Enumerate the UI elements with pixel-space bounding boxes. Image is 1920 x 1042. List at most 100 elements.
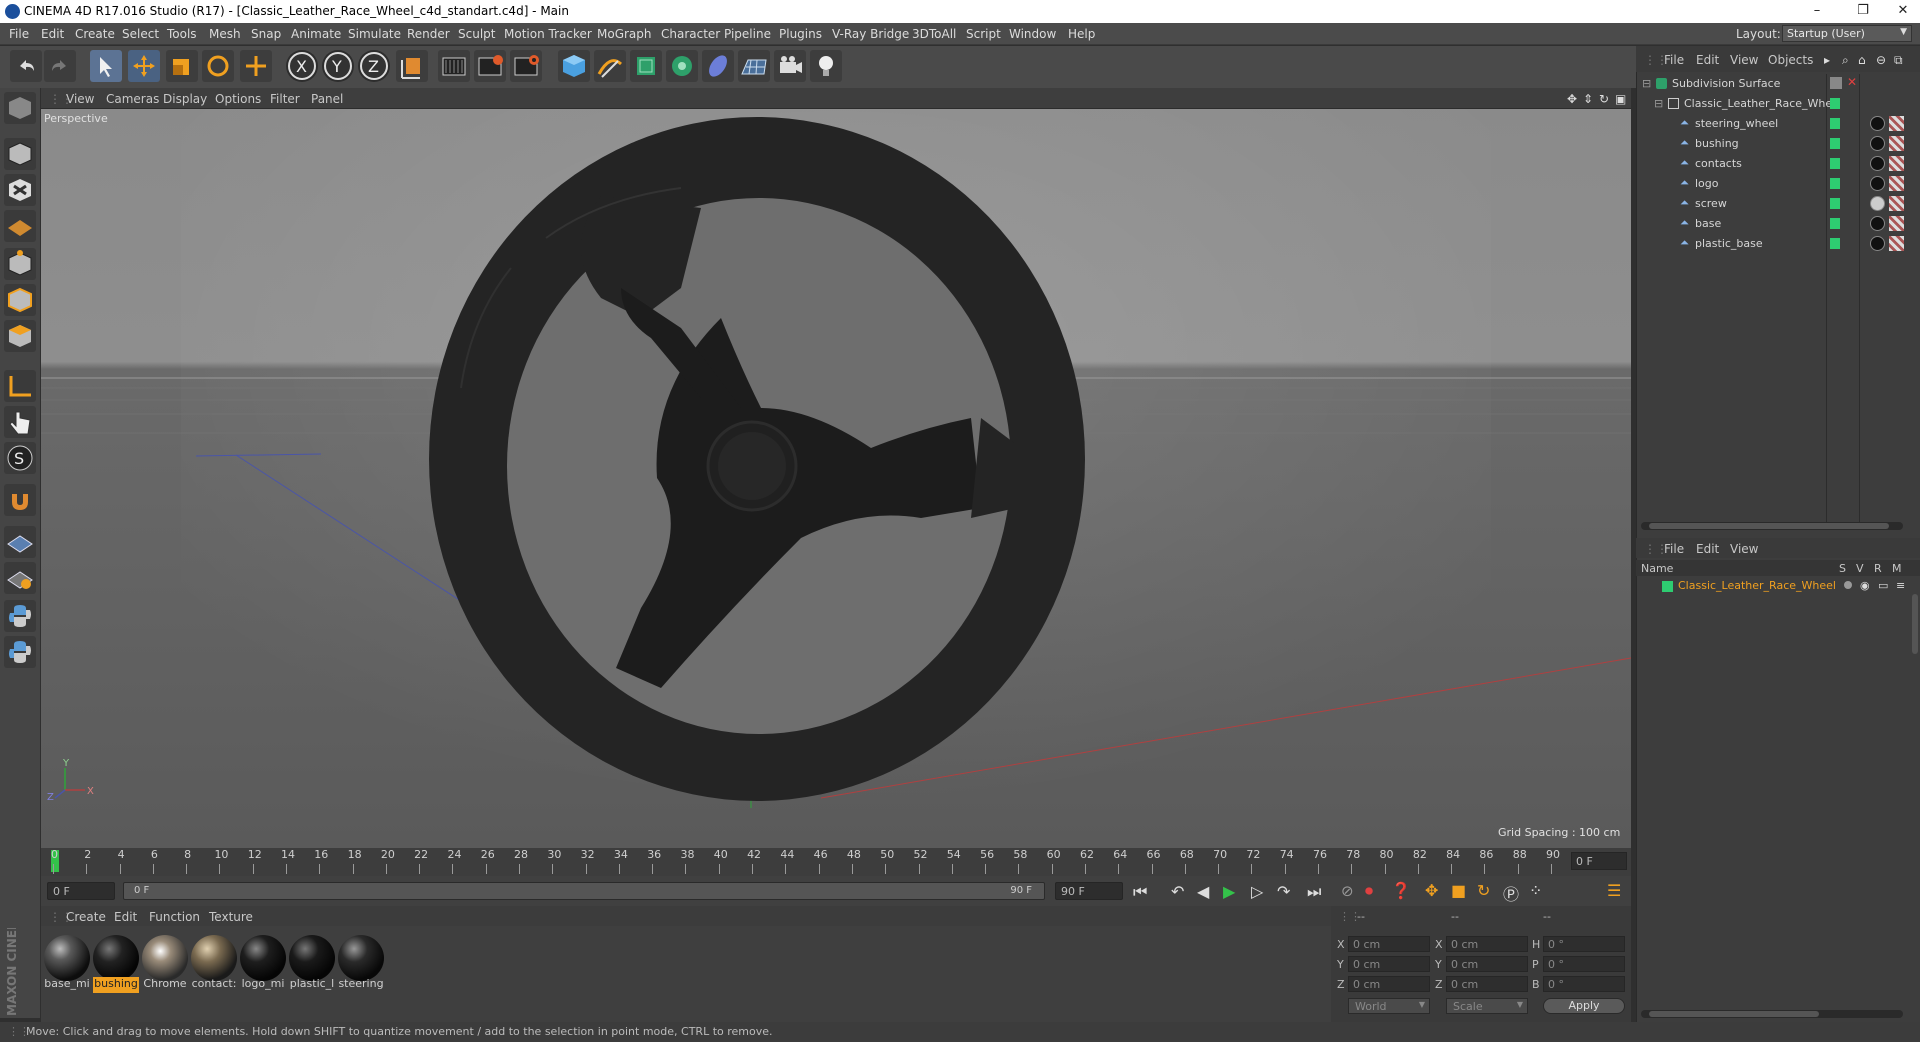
object-row-contacts[interactable]: ⏶ contacts xyxy=(1640,154,1917,174)
polygons-mode-icon[interactable] xyxy=(4,320,36,352)
menu-file[interactable]: File xyxy=(9,27,29,41)
menu-animate[interactable]: Animate xyxy=(291,27,341,41)
object-row-classic-leather-race-wheel[interactable]: ⊟ Classic_Leather_Race_Whee xyxy=(1640,94,1917,114)
size-y-field[interactable]: 0 cm xyxy=(1446,956,1528,972)
move-view-icon[interactable]: ✥ xyxy=(1567,92,1577,106)
workplane-grid-icon[interactable] xyxy=(4,526,36,558)
material-menu-texture[interactable]: Texture xyxy=(209,910,253,924)
viewport-menu-options[interactable]: Options xyxy=(215,92,261,106)
object-name[interactable]: screw xyxy=(1695,197,1727,210)
viewport-menu-filter[interactable]: Filter xyxy=(270,92,300,106)
z-axis-lock-icon[interactable]: Z xyxy=(358,50,390,82)
layer-menu-edit[interactable]: Edit xyxy=(1696,542,1719,556)
horizontal-scrollbar[interactable] xyxy=(1641,1010,1903,1018)
magnet-icon[interactable] xyxy=(4,484,36,516)
model-mode-icon[interactable] xyxy=(4,138,36,170)
material-swatch-plastic[interactable] xyxy=(289,935,335,981)
material-menu-edit[interactable]: Edit xyxy=(114,910,137,924)
texture-mode-icon[interactable] xyxy=(4,174,36,206)
light-bulb-icon[interactable] xyxy=(810,50,842,82)
menu-create[interactable]: Create xyxy=(75,27,115,41)
position-z-field[interactable]: 0 cm xyxy=(1348,976,1430,992)
autokey-icon[interactable]: ❓ xyxy=(1391,881,1411,900)
position-y-field[interactable]: 0 cm xyxy=(1348,956,1430,972)
current-frame-field[interactable]: 0 F xyxy=(1571,852,1627,870)
floor-scene-icon[interactable] xyxy=(738,50,770,82)
menu-select[interactable]: Select xyxy=(122,27,159,41)
material-swatch-base[interactable] xyxy=(44,935,90,981)
material-tag-icon[interactable] xyxy=(1870,236,1885,251)
spline-pen-icon[interactable] xyxy=(594,50,626,82)
menu-motion-tracker[interactable]: Motion Tracker xyxy=(504,27,592,41)
menu-window[interactable]: Window xyxy=(1009,27,1056,41)
collapse-icon[interactable]: ⊟ xyxy=(1654,97,1663,110)
material-swatch-logo[interactable] xyxy=(240,935,286,981)
previous-frame-icon[interactable]: ◀ xyxy=(1197,882,1209,901)
snap-s-icon[interactable]: S xyxy=(4,442,36,474)
menu-3dtoall[interactable]: 3DToAll xyxy=(912,27,956,41)
search-icon[interactable]: ⌕ xyxy=(1842,53,1849,68)
column-manager[interactable]: M xyxy=(1892,562,1902,575)
material-swatch-bushing[interactable] xyxy=(93,935,139,981)
layer-menu-view[interactable]: View xyxy=(1730,542,1758,556)
horizontal-scrollbar[interactable] xyxy=(1641,522,1903,530)
maximize-view-icon[interactable]: ▣ xyxy=(1615,92,1626,106)
timeline-ruler[interactable]: 0 2 4 6 8 10 12 14 16 18 20 22 24 26 28 30 32 34 36 38 40 42 4… xyxy=(41,848,1631,876)
position-x-field[interactable]: 0 cm xyxy=(1348,936,1430,952)
end-frame-field[interactable]: 90 F xyxy=(1055,882,1123,900)
material-menu-function[interactable]: Function xyxy=(149,910,200,924)
layout-dropdown[interactable]: Startup (User) ▼ xyxy=(1782,25,1912,42)
texture-tag-icon[interactable] xyxy=(1889,176,1904,191)
scale-tool-icon[interactable] xyxy=(166,50,198,82)
menu-edit[interactable]: Edit xyxy=(41,27,64,41)
material-menu-create[interactable]: Create xyxy=(66,910,106,924)
workplane-icon[interactable] xyxy=(4,210,36,242)
menu-simulate[interactable]: Simulate xyxy=(348,27,401,41)
python-script-icon[interactable] xyxy=(4,636,36,668)
edit-toggle-icon[interactable] xyxy=(1830,77,1842,89)
frame-range-slider[interactable]: 0 F 90 F xyxy=(123,882,1045,900)
record-keys-icon[interactable]: ⏺ xyxy=(1365,881,1373,901)
solo-toggle-icon[interactable] xyxy=(1844,581,1852,589)
material-tag-icon[interactable] xyxy=(1870,116,1885,131)
menu-vray-bridge[interactable]: V-Ray Bridge xyxy=(832,27,909,41)
object-row-steering-wheel[interactable]: ⏶ steering_wheel xyxy=(1640,114,1917,134)
object-row-plastic-base[interactable]: ⏶ plastic_base xyxy=(1640,234,1917,254)
object-row-logo[interactable]: ⏶ logo xyxy=(1640,174,1917,194)
object-name[interactable]: logo xyxy=(1695,177,1719,190)
object-row-bushing[interactable]: ⏶ bushing xyxy=(1640,134,1917,154)
viewport-menu-cameras[interactable]: Cameras xyxy=(106,92,159,106)
rotate-view-icon[interactable]: ↻ xyxy=(1599,92,1609,106)
material-tag-icon[interactable] xyxy=(1870,176,1885,191)
edges-mode-icon[interactable] xyxy=(4,284,36,316)
go-to-end-icon[interactable]: ⏭ xyxy=(1307,882,1321,902)
material-tag-icon[interactable] xyxy=(1870,216,1885,231)
go-to-start-icon[interactable]: ⏮ xyxy=(1133,882,1147,902)
key-parameter-icon[interactable]: Ⓟ xyxy=(1503,881,1519,905)
object-row-base[interactable]: ⏶ base xyxy=(1640,214,1917,234)
next-key-icon[interactable]: ↷ xyxy=(1277,882,1290,901)
menu-tools[interactable]: Tools xyxy=(167,27,197,41)
column-render[interactable]: R xyxy=(1874,562,1882,575)
eye-icon[interactable]: ◉ xyxy=(1860,579,1870,592)
make-editable-icon[interactable] xyxy=(4,92,36,124)
undo-icon[interactable] xyxy=(10,50,42,82)
material-label-selected[interactable]: bushing xyxy=(93,977,139,993)
material-swatch-steering[interactable] xyxy=(338,935,384,981)
subdivision-surface-icon[interactable] xyxy=(630,50,662,82)
previous-key-icon[interactable]: ↶ xyxy=(1171,882,1184,901)
menu-render[interactable]: Render xyxy=(407,27,450,41)
object-row-screw[interactable]: ⏶ screw xyxy=(1640,194,1917,214)
locked-workplane-icon[interactable] xyxy=(4,562,36,594)
world-dropdown[interactable]: World ▼ xyxy=(1348,998,1430,1014)
render-settings-icon[interactable] xyxy=(510,50,542,82)
x-axis-lock-icon[interactable]: X xyxy=(286,50,318,82)
object-name[interactable]: plastic_base xyxy=(1695,237,1763,250)
material-label[interactable]: steering xyxy=(338,977,384,993)
key-pla-icon[interactable]: ⁘ xyxy=(1529,881,1542,900)
object-name[interactable]: Subdivision Surface xyxy=(1672,77,1780,90)
tweak-mode-icon[interactable] xyxy=(4,406,36,438)
disabled-x-icon[interactable]: ✕ xyxy=(1847,75,1857,89)
transform-tool-icon[interactable] xyxy=(240,50,272,82)
material-swatch-contacts[interactable] xyxy=(191,935,237,981)
